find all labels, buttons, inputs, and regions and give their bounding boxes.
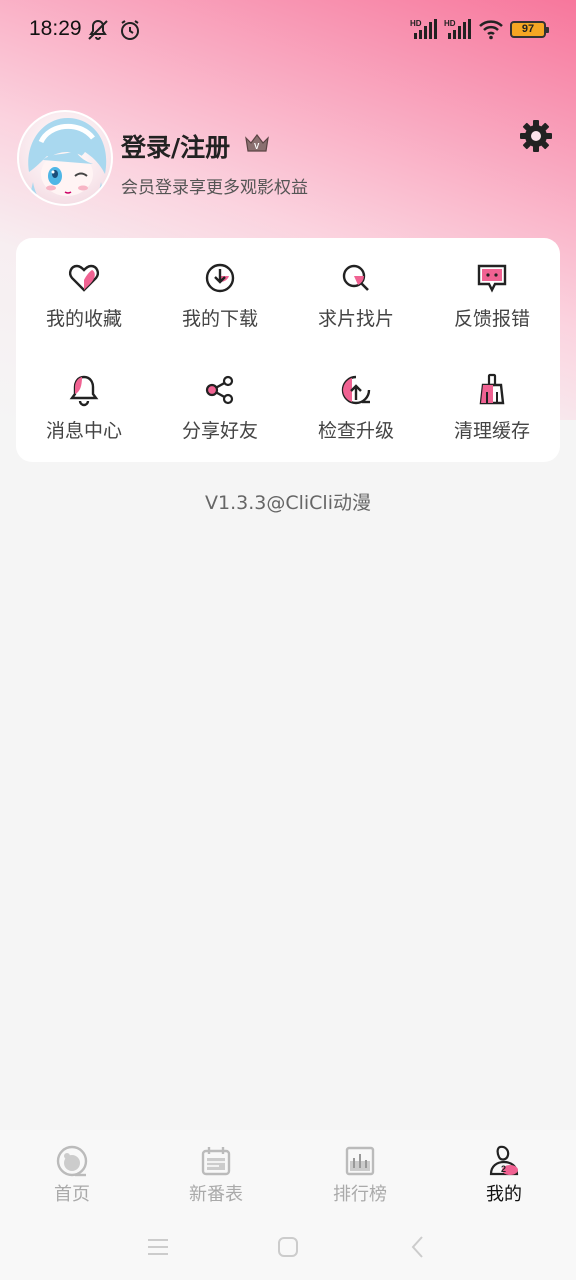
menu-label-downloads: 我的下载: [181, 308, 258, 330]
menu-item-favorites[interactable]: 我的收藏: [16, 238, 152, 338]
crown-icon: V: [245, 134, 269, 152]
wifi-icon: [479, 20, 503, 40]
nav-label-schedule: 新番表: [189, 1184, 243, 1205]
signal-hd-icon: HD: [444, 19, 471, 39]
status-time: 18:29: [29, 17, 82, 40]
menu-label-request: 求片找片: [317, 308, 394, 330]
svg-text:HD: HD: [444, 19, 456, 28]
anime-avatar-image: [27, 117, 107, 204]
gear-icon[interactable]: [518, 118, 554, 154]
login-subtitle: 会员登录享更多观影权益: [121, 178, 308, 198]
menu-label-upgrade: 检查升级: [317, 420, 394, 442]
login-register-link[interactable]: 登录/注册: [121, 128, 230, 164]
battery-level: 97: [521, 23, 535, 35]
menu-lines-icon[interactable]: [146, 1236, 170, 1258]
heart-icon: [69, 264, 99, 292]
nav-label-home: 首页: [54, 1184, 90, 1205]
menu-label-feedback: 反馈报错: [453, 308, 530, 330]
version-text: V1.3.3@CliCli动漫: [205, 492, 371, 514]
broom-icon: [479, 373, 505, 405]
function-menu-card: 我的收藏 我的下载 求片找片 反馈报错 消息中心 分享好友 检查升级 清理缓存: [16, 238, 560, 462]
download-icon: [205, 263, 235, 293]
nav-item-ranking[interactable]: 排行榜: [288, 1144, 432, 1206]
home-square-icon[interactable]: [277, 1236, 299, 1258]
nav-item-schedule[interactable]: 新番表: [144, 1144, 288, 1206]
menu-label-clear-cache: 清理缓存: [453, 420, 530, 442]
avatar[interactable]: [17, 110, 113, 206]
signal-hd-icon: HD: [410, 19, 437, 39]
svg-text:V: V: [254, 142, 260, 151]
ranking-icon: [345, 1146, 375, 1176]
calendar-icon: [201, 1147, 231, 1176]
home-icon: [56, 1145, 88, 1177]
share-icon: [205, 375, 234, 405]
menu-item-downloads[interactable]: 我的下载: [152, 238, 288, 338]
nav-label-ranking: 排行榜: [333, 1184, 387, 1205]
menu-item-request[interactable]: 求片找片: [288, 238, 424, 338]
back-icon[interactable]: [410, 1235, 426, 1259]
svg-text:HD: HD: [410, 19, 422, 28]
battery-icon: 97: [510, 20, 549, 38]
upgrade-icon: [341, 375, 371, 405]
menu-item-share[interactable]: 分享好友: [152, 350, 288, 450]
profile-icon: 2: [489, 1145, 519, 1176]
menu-item-feedback[interactable]: 反馈报错: [424, 238, 560, 338]
search-icon: [342, 264, 369, 291]
menu-item-messages[interactable]: 消息中心: [16, 350, 152, 450]
nav-item-mine[interactable]: 2 我的: [432, 1144, 576, 1206]
system-nav-bar: [0, 1220, 576, 1280]
bell-icon: [69, 375, 99, 407]
menu-label-share: 分享好友: [181, 420, 258, 442]
mute-bell-icon: [88, 19, 108, 40]
nav-item-home[interactable]: 首页: [0, 1144, 144, 1206]
menu-label-messages: 消息中心: [45, 420, 122, 442]
bottom-nav: 首页 新番表 排行榜 2 我的: [0, 1130, 576, 1220]
menu-label-favorites: 我的收藏: [45, 308, 122, 330]
menu-item-clear-cache[interactable]: 清理缓存: [424, 350, 560, 450]
alarm-icon: [121, 20, 139, 40]
feedback-icon: [477, 264, 507, 293]
menu-item-upgrade[interactable]: 检查升级: [288, 350, 424, 450]
svg-text:2: 2: [501, 1164, 506, 1174]
nav-label-mine: 我的: [486, 1184, 522, 1205]
status-bar: 18:29 HD HD 97: [0, 0, 576, 60]
